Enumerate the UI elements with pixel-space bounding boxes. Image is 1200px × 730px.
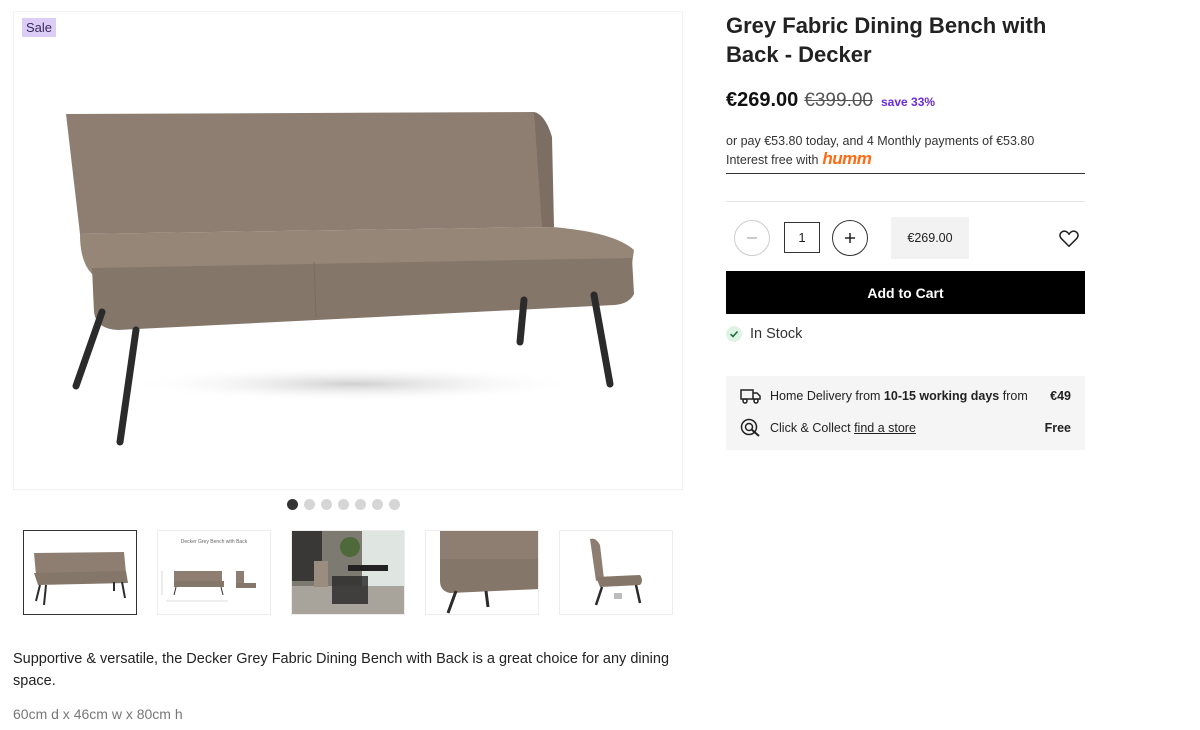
click-collect-icon [740,418,762,438]
click-collect-price: Free [1044,421,1071,435]
quantity-input[interactable] [784,222,820,253]
stock-label: In Stock [750,326,803,342]
stock-status: In Stock [726,326,802,342]
minus-icon [747,237,757,239]
product-dimensions: 60cm d x 46cm w x 80cm h [13,706,183,722]
check-icon [726,326,742,342]
finance-interest: Interest free with humm [726,150,1085,169]
wishlist-button[interactable] [1058,227,1080,249]
home-delivery-text: Home Delivery from 10-15 working days fr… [770,389,1028,403]
thumbnail-1[interactable] [23,530,137,615]
sale-badge: Sale [22,18,57,37]
click-collect-row: Click & Collect find a store Free [740,418,1071,438]
decrease-quantity-button[interactable] [734,220,770,256]
find-a-store-link[interactable]: find a store [854,421,916,435]
click-collect-text: Click & Collect find a store [770,421,916,435]
finance-line: or pay €53.80 today, and 4 Monthly payme… [726,134,1035,148]
home-delivery-price: €49 [1050,389,1071,403]
main-product-image[interactable]: Sale [13,11,683,490]
product-description: Supportive & versatile, the Decker Grey … [13,651,670,689]
carousel-dot[interactable] [389,499,400,510]
finance-info[interactable]: or pay €53.80 today, and 4 Monthly payme… [726,132,1085,174]
carousel-dot[interactable] [338,499,349,510]
quantity-row: €269.00 [734,217,1085,259]
click-collect-prefix: Click & Collect [770,421,851,435]
increase-quantity-button[interactable] [832,220,868,256]
thumbnail-strip: Decker Grey Bench with Back [23,530,673,615]
line-total: €269.00 [891,217,969,259]
finance-interest-label: Interest free with [726,153,819,167]
home-delivery-row: Home Delivery from 10-15 working days fr… [740,386,1071,406]
plus-icon [845,233,855,243]
carousel-dot[interactable] [355,499,366,510]
bench-illustration [66,112,634,446]
humm-logo: humm [822,149,872,168]
current-price: €269.00 [726,89,799,111]
product-title: Grey Fabric Dining Bench with Back - Dec… [726,13,1047,67]
thumbnail-4[interactable] [425,530,539,615]
home-delivery-days: 10-15 working days [883,389,1000,403]
carousel-dot[interactable] [304,499,315,510]
original-price: €399.00 [804,90,873,111]
carousel-dots [287,499,400,510]
divider [726,201,1085,202]
home-delivery-prefix: Home Delivery from [770,389,881,403]
thumbnail-5[interactable] [559,530,673,615]
price-row: €269.00 €399.00 save 33% [726,89,935,112]
truck-icon [740,386,762,406]
save-percentage: save 33% [880,95,936,109]
delivery-options: Home Delivery from 10-15 working days fr… [726,376,1085,450]
add-to-cart-button[interactable]: Add to Cart [726,271,1085,314]
thumbnail-2[interactable]: Decker Grey Bench with Back [157,530,271,615]
carousel-dot[interactable] [287,499,298,510]
carousel-dot[interactable] [372,499,383,510]
heart-icon [1059,230,1079,248]
home-delivery-suffix: from [1002,389,1028,403]
thumbnail-3[interactable] [291,530,405,615]
carousel-dot[interactable] [321,499,332,510]
